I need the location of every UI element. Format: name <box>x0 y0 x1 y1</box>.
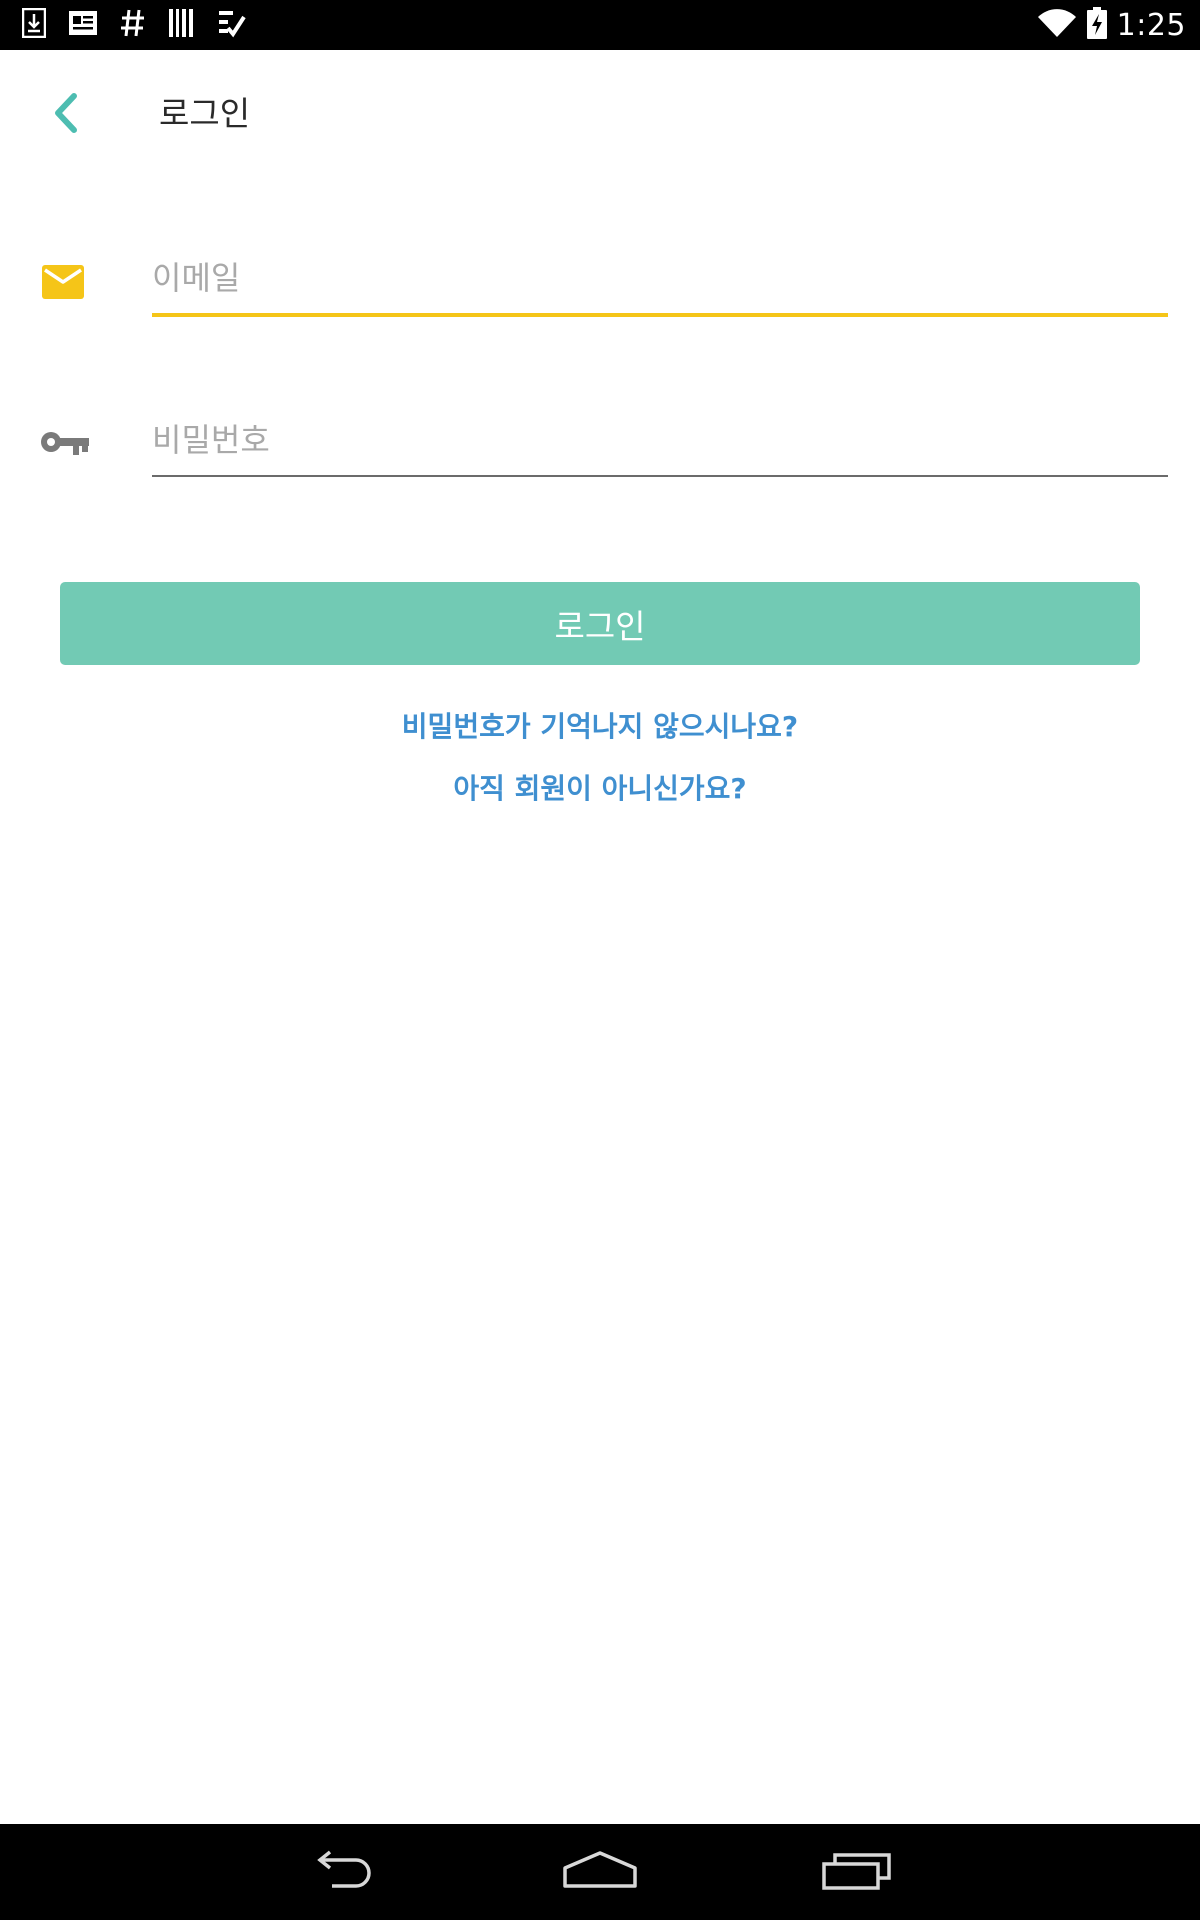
wifi-icon <box>1037 8 1077 42</box>
mail-icon <box>40 264 86 300</box>
chevron-left-icon <box>52 92 78 138</box>
status-bar: 1:25 <box>0 0 1200 50</box>
checklist-icon <box>216 8 246 42</box>
hashtag-icon <box>120 8 146 42</box>
recents-icon <box>821 1850 893 1894</box>
key-icon <box>38 424 90 464</box>
battery-charging-icon <box>1086 7 1107 43</box>
forgot-password-link[interactable]: 비밀번호가 기억나지 않으시나요? <box>0 705 1200 745</box>
barcode-icon <box>168 8 194 42</box>
notification-icons <box>21 7 246 42</box>
nav-back-button[interactable] <box>298 1842 388 1902</box>
back-button[interactable] <box>40 90 90 140</box>
password-input[interactable] <box>152 410 1168 470</box>
system-status: 1:25 <box>1037 0 1186 50</box>
email-input[interactable] <box>152 248 1168 308</box>
login-button[interactable]: 로그인 <box>60 582 1140 665</box>
download-icon <box>21 7 47 42</box>
nav-recents-button[interactable] <box>812 1842 902 1902</box>
password-underline <box>152 475 1168 477</box>
status-time: 1:25 <box>1116 7 1186 43</box>
nav-bar <box>0 1824 1200 1920</box>
news-icon <box>68 10 98 40</box>
page-title: 로그인 <box>159 94 251 133</box>
home-icon <box>562 1850 638 1894</box>
sign-up-link[interactable]: 아직 회원이 아니신가요? <box>0 767 1200 807</box>
email-underline <box>152 313 1168 317</box>
email-field-row <box>0 240 1200 320</box>
password-field-row <box>0 402 1200 482</box>
back-icon <box>308 1850 378 1894</box>
app-bar: 로그인 <box>0 50 1200 178</box>
nav-home-button[interactable] <box>555 1842 645 1902</box>
